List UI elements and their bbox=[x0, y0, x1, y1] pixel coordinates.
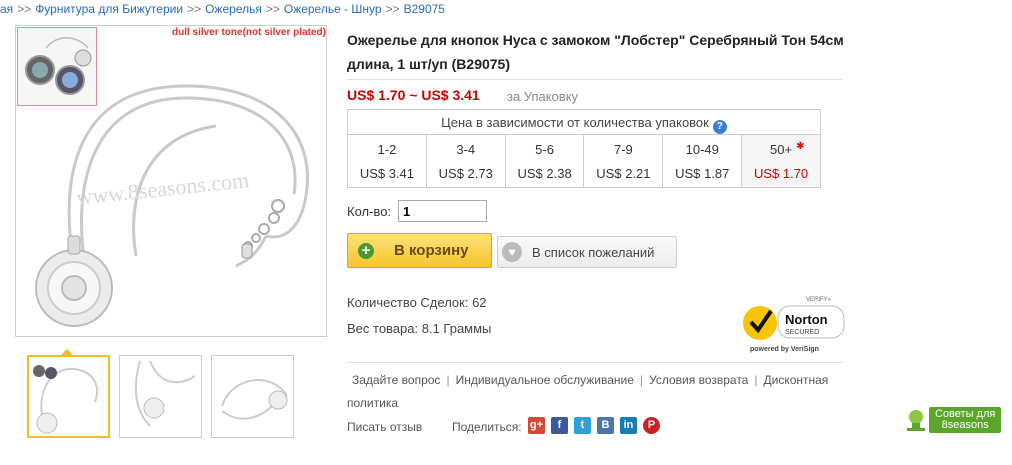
tier-column-best: 50+ ✱ US$ 1.70 bbox=[742, 135, 820, 187]
tips-line-2: 8seasons bbox=[941, 419, 989, 431]
image-tag-label: dull silver tone(not silver plated) bbox=[172, 27, 326, 38]
heart-icon: ♥ bbox=[502, 242, 522, 262]
breadcrumb-separator: >> bbox=[187, 2, 202, 16]
tier-column: 3-4 US$ 2.73 bbox=[427, 135, 506, 187]
norton-brand-text: Norton bbox=[785, 312, 828, 327]
personal-service-link[interactable]: Индивидуальное обслуживание bbox=[456, 373, 634, 387]
write-review-link[interactable]: Писать отзыв bbox=[347, 420, 422, 434]
best-price-star-icon: ✱ bbox=[796, 141, 805, 152]
breadcrumb-link-cord-necklaces[interactable]: Ожерелье - Шнур bbox=[284, 2, 382, 16]
return-policy-link[interactable]: Условия возврата bbox=[649, 373, 748, 387]
link-separator: | bbox=[639, 373, 644, 387]
thumbnail-image bbox=[134, 360, 196, 427]
tier-qty: 3-4 bbox=[456, 142, 476, 157]
norton-verify-text: VERIFY» bbox=[806, 297, 832, 303]
share-icons: g+ f t B in P bbox=[528, 417, 660, 434]
add-to-wishlist-button[interactable]: ♥ В список пожеланий bbox=[497, 236, 677, 268]
link-separator: | bbox=[446, 373, 450, 387]
tier-qty: 5-6 bbox=[535, 142, 554, 157]
tier-qty: 50+ bbox=[770, 142, 793, 157]
price-tiers-header-label: Цена в зависимости от количества упаково… bbox=[441, 115, 709, 130]
pinterest-icon[interactable]: P bbox=[643, 417, 660, 434]
tier-price: US$ 1.87 bbox=[675, 166, 730, 181]
google-plus-icon[interactable]: g+ bbox=[528, 417, 545, 434]
add-to-cart-label: В корзину bbox=[394, 242, 469, 259]
linkedin-icon[interactable]: in bbox=[620, 417, 637, 434]
thumbnail-1[interactable] bbox=[27, 355, 110, 438]
add-to-cart-button[interactable]: + В корзину bbox=[347, 233, 492, 268]
tips-widget[interactable]: Советы для 8seasons bbox=[905, 407, 1002, 433]
divider bbox=[347, 362, 843, 363]
product-main-image[interactable]: dull silver tone(not silver plated) www.… bbox=[15, 25, 327, 337]
breadcrumb: ая >> Фурнитура для Бижутерии >> Ожерелья >> О… bbox=[0, 2, 445, 16]
norton-secured-badge[interactable]: VERIFY» Norton SECURED powered by VeriSi… bbox=[740, 293, 850, 355]
price-tiers-table: Цена в зависимости от количества упаково… bbox=[347, 109, 821, 188]
snap-buttons-illustration bbox=[18, 28, 96, 105]
tier-price: US$ 1.70 bbox=[753, 166, 809, 181]
tier-qty: 10-49 bbox=[685, 142, 719, 157]
tier-qty: 1-2 bbox=[377, 142, 397, 157]
thumbnail-3[interactable] bbox=[211, 355, 294, 438]
tier-price: US$ 2.73 bbox=[438, 166, 493, 181]
thumbnail-image bbox=[33, 365, 99, 434]
deals-count: Количество Сделок: 62 bbox=[347, 295, 487, 310]
tier-column: 1-2 US$ 3.41 bbox=[348, 135, 427, 187]
norton-powered-text: powered by VeriSign bbox=[750, 346, 819, 353]
product-title: Ожерелье для кнопок Нуса с замоком "Лобс… bbox=[347, 32, 844, 72]
policy-links: Задайте вопрос | Индивидуальное обслуживан… bbox=[347, 369, 847, 415]
tier-column: 5-6 US$ 2.38 bbox=[506, 135, 585, 187]
item-weight: Вес товара: 8.1 Граммы bbox=[347, 321, 492, 336]
link-separator: | bbox=[754, 373, 758, 387]
breadcrumb-current[interactable]: B29075 bbox=[404, 2, 445, 16]
tips-label: Советы для 8seasons bbox=[929, 407, 1002, 433]
add-to-wishlist-label: В список пожеланий bbox=[532, 244, 655, 260]
price-range: US$ 1.70 ~ US$ 3.41 bbox=[347, 87, 480, 103]
divider bbox=[347, 79, 843, 80]
tier-price: US$ 3.41 bbox=[359, 166, 415, 181]
product-inset-image bbox=[17, 27, 97, 106]
thumbnail-image bbox=[221, 379, 288, 420]
help-icon[interactable]: ? bbox=[712, 120, 727, 134]
share-label: Поделиться: bbox=[452, 420, 522, 434]
tier-column: 10-49 US$ 1.87 bbox=[663, 135, 743, 187]
thumbnail-2[interactable] bbox=[119, 355, 202, 438]
price-tiers-header: Цена в зависимости от количества упаково… bbox=[348, 110, 820, 135]
ask-question-link[interactable]: Задайте вопрос bbox=[352, 373, 440, 387]
qty-label: Кол-во: bbox=[347, 204, 392, 219]
norton-secured-text: SECURED bbox=[785, 329, 819, 336]
twitter-icon[interactable]: t bbox=[574, 417, 591, 434]
tier-price: US$ 2.21 bbox=[596, 166, 651, 181]
breadcrumb-separator: >> bbox=[385, 2, 400, 16]
qty-input[interactable] bbox=[398, 200, 487, 222]
vkontakte-icon[interactable]: B bbox=[597, 417, 614, 434]
price-unit: за Упаковку bbox=[507, 89, 579, 104]
facebook-icon[interactable]: f bbox=[551, 417, 568, 434]
breadcrumb-separator: >> bbox=[17, 2, 32, 16]
norton-logo: VERIFY» Norton SECURED powered by VeriSi… bbox=[743, 297, 845, 353]
lightbulb-icon bbox=[907, 410, 925, 431]
tier-qty: 7-9 bbox=[614, 142, 633, 157]
tier-column: 7-9 US$ 2.21 bbox=[584, 135, 664, 187]
breadcrumb-link-findings[interactable]: Фурнитура для Бижутерии bbox=[35, 2, 183, 16]
breadcrumb-separator: >> bbox=[265, 2, 280, 16]
tier-price: US$ 2.38 bbox=[517, 166, 572, 181]
breadcrumb-link-necklaces[interactable]: Ожерелья bbox=[205, 2, 262, 16]
plus-icon: + bbox=[358, 242, 374, 259]
breadcrumb-link-home[interactable]: ая bbox=[0, 2, 13, 16]
